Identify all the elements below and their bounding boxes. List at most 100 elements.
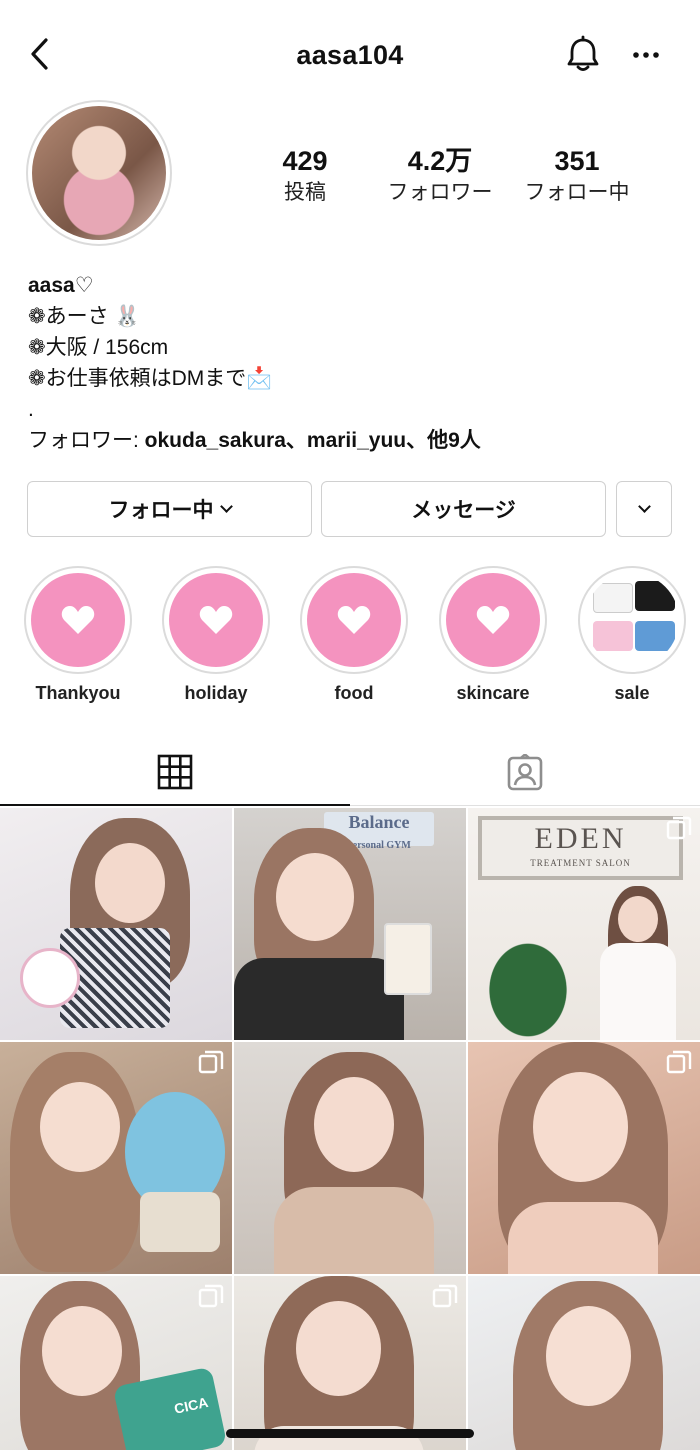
tshirt-image xyxy=(593,621,633,651)
followed-by-prefix: フォロワー: xyxy=(28,429,145,452)
highlight-sale[interactable]: sale xyxy=(577,566,687,704)
bio-line: ❁お仕事依頼はDMまで📩 xyxy=(28,367,273,390)
photo-shoulders xyxy=(508,1202,658,1274)
suggested-accounts-button[interactable] xyxy=(616,481,672,537)
highlight-ring xyxy=(578,566,686,674)
highlight-label: food xyxy=(334,683,374,703)
post-thumbnail[interactable] xyxy=(234,1042,466,1274)
bell-icon[interactable] xyxy=(562,34,604,76)
photo-face xyxy=(314,1077,394,1172)
photo-shirt xyxy=(600,943,676,1040)
photo-face xyxy=(276,853,354,941)
display-name: aasa♡ xyxy=(28,274,94,297)
highlight-skincare[interactable]: skincare xyxy=(438,566,548,704)
followers-number: 4.2万 xyxy=(407,146,473,176)
photo-face xyxy=(296,1301,381,1396)
highlight-ring xyxy=(439,566,547,674)
highlight-thankyou[interactable]: Thankyou xyxy=(23,566,133,704)
heart-icon xyxy=(199,606,233,634)
highlight-cover xyxy=(31,573,125,667)
post-thumbnail[interactable]: EDEN TREATMENT SALON xyxy=(468,808,700,1040)
multiple-photos-icon xyxy=(198,1050,224,1074)
heart-icon xyxy=(337,606,371,634)
highlight-ring xyxy=(162,566,270,674)
bio-line: ❁あーさ 🐰 xyxy=(28,305,141,328)
post-thumbnail[interactable] xyxy=(0,808,232,1040)
highlight-ring xyxy=(300,566,408,674)
posts-number: 429 xyxy=(282,146,328,176)
multiple-photos-icon xyxy=(666,816,692,840)
ellipsis-icon[interactable] xyxy=(626,40,666,70)
highlight-cover xyxy=(307,573,401,667)
photo-glass xyxy=(384,923,432,995)
post-thumbnail[interactable]: CICA xyxy=(0,1276,232,1450)
profile-tabs xyxy=(0,740,700,806)
post-thumbnail[interactable] xyxy=(0,1042,232,1274)
salon-sign: EDEN TREATMENT SALON xyxy=(478,816,683,880)
tab-posts-grid[interactable] xyxy=(0,740,350,806)
photo-face xyxy=(618,896,658,942)
followed-by-names: okuda_sakura、marii_yuu、他9人 xyxy=(144,429,481,452)
profile-bio: aasa♡ ❁あーさ 🐰 ❁大阪 / 156cm ❁お仕事依頼はDMまで📩 . … xyxy=(28,270,678,456)
message-button[interactable]: メッセージ xyxy=(321,481,606,537)
followers-count[interactable]: 4.2万 フォロワー xyxy=(380,146,500,208)
following-button-label: フォロー中 xyxy=(108,499,214,522)
following-number: 351 xyxy=(554,146,600,176)
photo-shirt xyxy=(234,958,404,1040)
tshirt-image xyxy=(593,583,633,613)
salon-sign-sub: TREATMENT SALON xyxy=(530,858,631,868)
chevron-down-icon xyxy=(219,499,233,513)
followed-by[interactable]: フォロワー: okuda_sakura、marii_yuu、他9人 xyxy=(28,425,678,456)
post-thumbnail[interactable]: Balance personal GYM xyxy=(234,808,466,1040)
avatar-image xyxy=(32,106,166,240)
highlight-holiday[interactable]: holiday xyxy=(161,566,271,704)
tshirt-image xyxy=(635,581,675,611)
highlight-label: holiday xyxy=(184,683,248,703)
heart-icon xyxy=(61,606,95,634)
grid-icon xyxy=(157,754,193,790)
chevron-down-icon xyxy=(637,499,651,513)
post-thumbnail[interactable] xyxy=(234,1276,466,1450)
multiple-photos-icon xyxy=(432,1284,458,1308)
message-button-label: メッセージ xyxy=(411,499,516,522)
photo-plant xyxy=(468,918,588,1038)
post-thumbnail[interactable] xyxy=(468,1276,700,1450)
photo-skull-jaw xyxy=(140,1192,220,1252)
highlight-cover-tshirts xyxy=(585,573,679,667)
photo-balloon xyxy=(20,948,80,1008)
followers-label: フォロワー xyxy=(387,181,493,204)
home-indicator xyxy=(226,1429,474,1438)
tshirt-image xyxy=(635,621,675,651)
multiple-photos-icon xyxy=(666,1050,692,1074)
tagged-person-icon xyxy=(507,754,543,791)
photo-face xyxy=(40,1082,120,1172)
product-text: CICA xyxy=(172,1393,210,1417)
posts-grid: Balance personal GYM EDEN TREATMENT SALON xyxy=(0,808,700,1450)
tab-tagged[interactable] xyxy=(350,740,700,806)
highlight-cover xyxy=(446,573,540,667)
photo-face xyxy=(95,843,165,923)
posts-label: 投稿 xyxy=(284,181,326,204)
highlight-label: Thankyou xyxy=(35,683,121,703)
post-thumbnail[interactable] xyxy=(468,1042,700,1274)
highlight-ring xyxy=(24,566,132,674)
highlight-label: skincare xyxy=(456,683,530,703)
chevron-left-icon[interactable] xyxy=(22,34,62,74)
photo-sweater xyxy=(274,1187,434,1274)
gym-sign-text: Balance xyxy=(348,812,410,832)
highlight-cover xyxy=(169,573,263,667)
multiple-photos-icon xyxy=(198,1284,224,1308)
following-button[interactable]: フォロー中 xyxy=(27,481,312,537)
photo-face xyxy=(42,1306,122,1396)
following-count[interactable]: 351 フォロー中 xyxy=(512,146,642,208)
posts-count[interactable]: 429 投稿 xyxy=(255,146,355,208)
following-label: フォロー中 xyxy=(524,181,630,204)
bio-line: . xyxy=(28,398,34,421)
highlight-label: sale xyxy=(614,683,650,703)
photo-face xyxy=(546,1306,631,1406)
highlight-food[interactable]: food xyxy=(299,566,409,704)
bio-line: ❁大阪 / 156cm xyxy=(28,336,169,359)
profile-header: aasa104 xyxy=(0,0,700,110)
profile-avatar[interactable] xyxy=(26,100,172,246)
heart-icon xyxy=(476,606,510,634)
